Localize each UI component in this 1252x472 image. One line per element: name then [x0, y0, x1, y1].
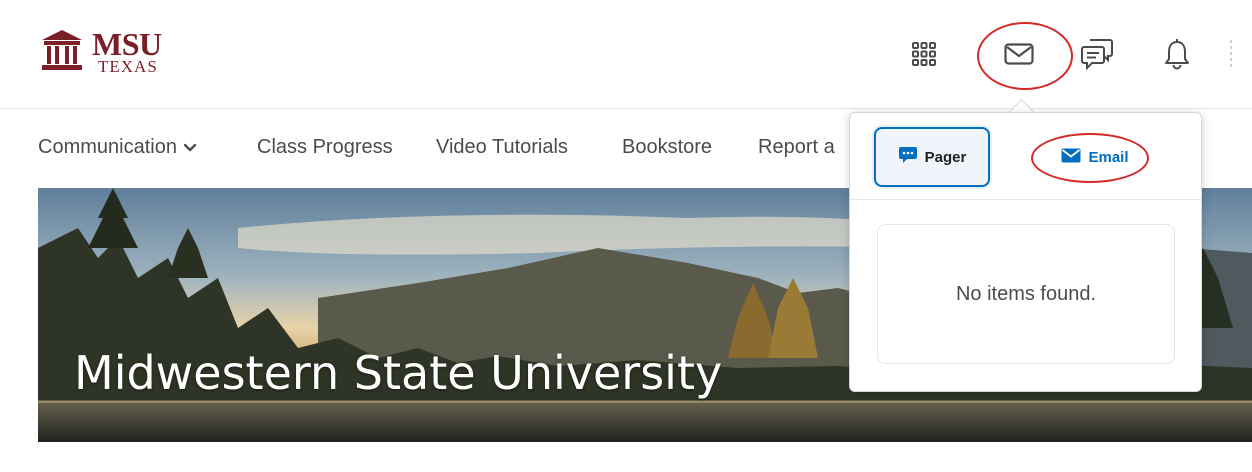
empty-state-message: No items found. — [955, 282, 1097, 305]
nav-bookstore[interactable]: Bookstore — [622, 136, 712, 159]
waffle-grid-icon[interactable] — [904, 34, 944, 74]
chevron-down-icon — [183, 136, 197, 159]
nav-communication[interactable]: Communication — [38, 136, 197, 159]
nav-class-progress[interactable]: Class Progress — [257, 136, 393, 159]
dropdown-empty-panel: No items found. — [877, 224, 1175, 364]
bell-icon[interactable] — [1157, 34, 1197, 74]
logo-texas-text: TEXAS — [98, 57, 158, 76]
nav-video-tutorials[interactable]: Video Tutorials — [436, 136, 568, 159]
msu-texas-logo[interactable]: MSU TEXAS — [40, 22, 200, 82]
tab-email-label: Email — [1088, 148, 1129, 166]
nav-communication-label: Communication — [38, 136, 177, 158]
envelope-icon[interactable] — [999, 34, 1039, 74]
header-divider — [1230, 40, 1232, 68]
banner-title: Midwestern State University — [74, 346, 723, 400]
chat-bubbles-icon[interactable] — [1077, 34, 1117, 74]
envelope-icon — [1061, 148, 1081, 167]
email-pager-dropdown: Pager Email No items found. — [849, 112, 1202, 392]
tab-email[interactable]: Email — [1040, 133, 1150, 181]
university-building-icon — [42, 30, 82, 70]
tab-pager-label: Pager — [924, 148, 967, 166]
dropdown-tabs: Pager Email — [850, 113, 1201, 200]
pager-icon — [898, 146, 918, 168]
nav-report[interactable]: Report a — [758, 136, 835, 159]
top-header: MSU TEXAS — [0, 0, 1252, 109]
tab-pager[interactable]: Pager — [874, 127, 990, 187]
